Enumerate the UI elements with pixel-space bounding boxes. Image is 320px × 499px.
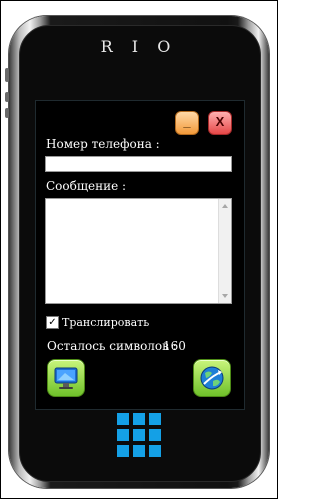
send-globe-button[interactable]	[193, 359, 231, 397]
chars-left-value: 160	[163, 339, 186, 353]
scroll-up-arrow-icon[interactable]	[222, 204, 228, 208]
message-label: Сообщение :	[46, 179, 127, 193]
close-button[interactable]: X	[208, 111, 232, 135]
translit-label: Транслировать	[62, 316, 150, 329]
minimize-button[interactable]: _	[175, 111, 199, 135]
brand-title: R I O	[100, 37, 178, 56]
home-grid-icon[interactable]	[117, 413, 161, 457]
grid-cell	[117, 429, 129, 441]
grid-cell	[133, 413, 145, 425]
side-button-top	[5, 68, 9, 82]
side-button-middle	[5, 92, 9, 102]
phone-label: Номер телефона :	[46, 137, 160, 151]
grid-cell	[133, 429, 145, 441]
grid-cell	[149, 445, 161, 457]
grid-cell	[117, 445, 129, 457]
grid-cell	[149, 413, 161, 425]
grid-cell	[149, 429, 161, 441]
phone-number-input[interactable]	[45, 156, 232, 172]
monitor-button[interactable]	[47, 359, 85, 397]
scroll-down-arrow-icon[interactable]	[222, 294, 228, 298]
translit-checkbox[interactable]: ✓	[46, 316, 59, 329]
chars-left-label: Осталось символов :	[47, 339, 177, 353]
side-button-bottom	[5, 108, 9, 118]
globe-icon	[200, 366, 224, 390]
grid-cell	[117, 413, 129, 425]
message-scrollbar[interactable]	[218, 199, 231, 303]
monitor-icon	[54, 367, 78, 389]
grid-cell	[133, 445, 145, 457]
message-textarea[interactable]	[45, 198, 232, 304]
